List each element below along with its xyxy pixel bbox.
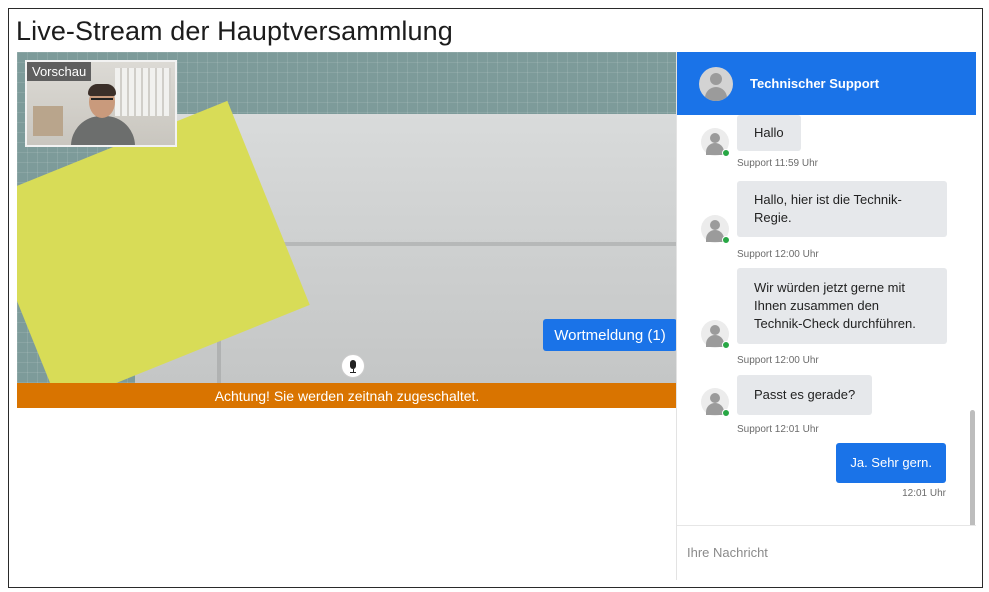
support-chat-panel: Technischer Support Hallo Support 11:59 …	[676, 52, 976, 580]
speaker-request-button[interactable]: Wortmeldung (1)	[543, 319, 677, 351]
user-avatar-icon	[701, 320, 730, 349]
message-input[interactable]	[687, 538, 957, 566]
chat-input-area	[677, 525, 976, 580]
preview-person-body	[71, 116, 135, 145]
microphone-icon	[349, 359, 357, 373]
online-status-icon	[722, 236, 730, 244]
message-bubble: Wir würden jetzt gerne mit Ihnen zusamme…	[737, 268, 947, 344]
message-meta: 12:01 Uhr	[902, 488, 946, 499]
notice-banner: Achtung! Sie werden zeitnah zugeschaltet…	[17, 383, 677, 408]
chat-header: Technischer Support	[677, 52, 976, 115]
online-status-icon	[722, 341, 730, 349]
page-title: Live-Stream der Hauptversammlung	[16, 16, 453, 46]
online-status-icon	[722, 409, 730, 417]
message-bubble: Hallo	[737, 115, 801, 151]
chat-scrollbar[interactable]	[970, 410, 975, 525]
user-avatar-icon	[701, 215, 730, 244]
chat-title: Technischer Support	[750, 76, 880, 91]
preview-shelf-bg	[33, 106, 63, 136]
message-meta: Support 12:01 Uhr	[737, 424, 819, 435]
preview-window-bg	[115, 68, 171, 116]
message-bubble: Passt es gerade?	[737, 375, 873, 415]
message-meta: Support 12:00 Uhr	[737, 355, 819, 366]
support-avatar-icon	[699, 66, 733, 101]
user-avatar-icon	[701, 128, 730, 157]
self-preview[interactable]: Vorschau	[25, 60, 177, 147]
online-status-icon	[722, 149, 730, 157]
message-meta: Support 11:59 Uhr	[737, 158, 818, 169]
preview-label: Vorschau	[27, 62, 92, 81]
user-avatar-icon	[701, 388, 730, 417]
message-bubble: Hallo, hier ist die Technik-Regie.	[737, 181, 947, 237]
message-list[interactable]: Hallo Support 11:59 Uhr Hallo, hier ist …	[677, 115, 976, 525]
microphone-button[interactable]	[341, 354, 365, 378]
preview-person-glasses	[91, 98, 113, 102]
message-bubble-own: Ja. Sehr gern.	[836, 443, 946, 483]
preview-person-hair	[88, 84, 116, 96]
message-meta: Support 12:00 Uhr	[737, 249, 819, 260]
